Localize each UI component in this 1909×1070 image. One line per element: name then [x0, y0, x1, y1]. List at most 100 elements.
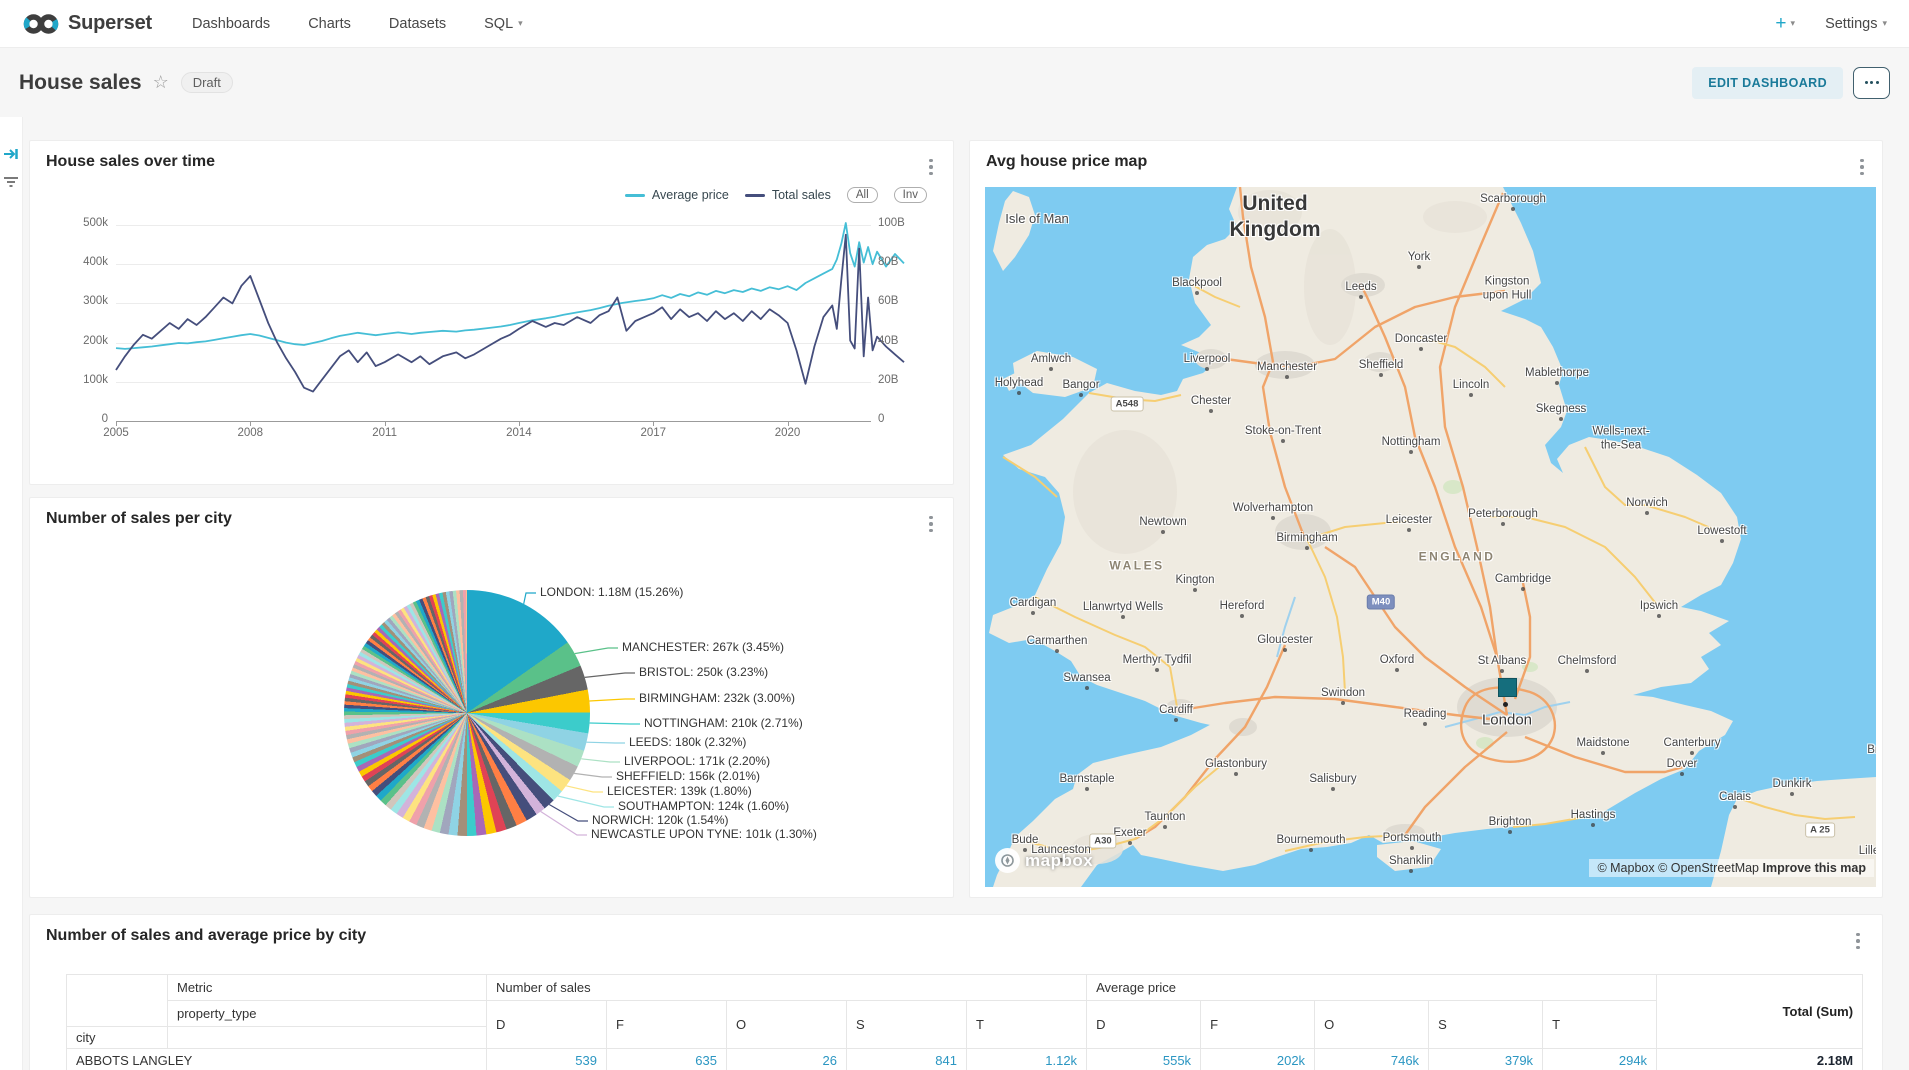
expand-filter-bar-icon[interactable]: [3, 147, 19, 161]
map-city-dot: [1395, 668, 1399, 672]
map-label: Chelmsford: [1558, 654, 1617, 668]
property-type-column-header: D: [1087, 1001, 1201, 1049]
map-label: Merthyr Tydfil: [1123, 653, 1192, 667]
edit-dashboard-button[interactable]: EDIT DASHBOARD: [1692, 67, 1843, 99]
map-label: Glastonbury: [1205, 757, 1267, 771]
map-city-dot: [1645, 511, 1649, 515]
y-axis-tick-left: 0: [38, 413, 108, 425]
map-city-dot: [1341, 701, 1345, 705]
map-city-dot: [1500, 669, 1504, 673]
nav-item-dashboards[interactable]: Dashboards: [192, 16, 270, 32]
map-city-dot: [1234, 772, 1238, 776]
chart-options-kebab-icon[interactable]: [1848, 929, 1868, 953]
x-axis-tick-label: 2008: [238, 427, 264, 439]
pie-slice-label[interactable]: LEEDS: 180k (2.32%): [629, 735, 746, 749]
nav-item-charts[interactable]: Charts: [308, 16, 351, 32]
total-cell: 2.18M: [1657, 1049, 1863, 1070]
map-label: Wells-next- the-Sea: [1592, 425, 1649, 454]
y-axis-tick-right: 80B: [878, 256, 898, 268]
legend-select-all-button[interactable]: All: [847, 187, 878, 203]
superset-infinity-icon: [22, 11, 60, 37]
map-label: Exeter: [1113, 826, 1146, 840]
pie-slice-label[interactable]: LONDON: 1.18M (15.26%): [540, 585, 683, 599]
dashboard-header: House sales ☆ Draft EDIT DASHBOARD: [0, 48, 1909, 117]
x-axis-tick-label: 2017: [640, 427, 666, 439]
map-city-dot: [1240, 614, 1244, 618]
pie-slice-label[interactable]: LIVERPOOL: 171k (2.20%): [624, 754, 770, 768]
table-row: ABBOTS LANGLEY539635268411.12k555k202k74…: [67, 1049, 1863, 1070]
chart-options-kebab-icon[interactable]: [921, 155, 941, 179]
chart-options-kebab-icon[interactable]: [921, 512, 941, 536]
map-label: Calais: [1719, 790, 1751, 804]
map-canvas[interactable]: United KingdomIsle of ManScarboroughYork…: [985, 187, 1876, 887]
x-axis-tick-mark: [116, 421, 117, 426]
property-type-column-header: F: [607, 1001, 727, 1049]
map-label: Brighton: [1489, 815, 1532, 829]
x-axis-tick-mark: [653, 421, 654, 426]
favorite-star-icon[interactable]: ☆: [153, 72, 169, 93]
pie-slice-label[interactable]: SOUTHAMPTON: 124k (1.60%): [618, 799, 789, 813]
dashboard-more-button[interactable]: [1853, 67, 1890, 99]
mapbox-logo[interactable]: mapbox: [995, 848, 1093, 873]
map-city-dot: [1690, 751, 1694, 755]
pie-slice-label[interactable]: LEICESTER: 139k (1.80%): [607, 784, 752, 798]
y-axis-tick-left: 100k: [38, 374, 108, 386]
improve-this-map-link[interactable]: Improve this map: [1763, 861, 1867, 875]
legend-swatch: [745, 194, 765, 197]
map-label: Mablethorpe: [1525, 366, 1589, 380]
property-type-column-header: T: [1543, 1001, 1657, 1049]
filter-icon[interactable]: [4, 175, 18, 189]
pie-slice-label[interactable]: MANCHESTER: 267k (3.45%): [622, 640, 784, 654]
map-city-dot: [1085, 787, 1089, 791]
chart-options-kebab-icon[interactable]: [1852, 155, 1872, 179]
map-label: Wolverhampton: [1233, 501, 1313, 515]
map-label: Amlwch: [1031, 352, 1071, 366]
nav-item-sql[interactable]: SQL ▾: [484, 16, 523, 32]
y-axis-tick-right: 20B: [878, 374, 898, 386]
pie-slice-label[interactable]: NORWICH: 120k (1.54%): [592, 813, 728, 827]
new-item-button[interactable]: + ▾: [1775, 13, 1795, 35]
property-type-column-header: O: [727, 1001, 847, 1049]
settings-menu[interactable]: Settings ▾: [1825, 16, 1887, 32]
map-city-dot: [1085, 686, 1089, 690]
city-header: city: [67, 1027, 168, 1049]
map-label: Sheffield: [1359, 358, 1404, 372]
nav-item-datasets[interactable]: Datasets: [389, 16, 446, 32]
map-label: Cardigan: [1010, 596, 1057, 610]
legend-item-average-price[interactable]: Average price: [625, 188, 729, 202]
average-price-cell: 555k: [1087, 1049, 1201, 1070]
superset-logo[interactable]: Superset: [22, 11, 152, 37]
pie-chart[interactable]: [344, 590, 590, 836]
map-city-dot: [1174, 718, 1178, 722]
map-label: Lowestoft: [1697, 524, 1746, 538]
map-city-dot: [1055, 649, 1059, 653]
pie-slice-label[interactable]: BIRMINGHAM: 232k (3.00%): [639, 691, 795, 705]
map-label: Gloucester: [1257, 633, 1313, 647]
brand-name: Superset: [68, 12, 152, 35]
page-title: House sales: [19, 71, 142, 95]
map-label: Lille: [1859, 844, 1876, 858]
number-of-sales-cell: 26: [727, 1049, 847, 1070]
avg-price-map-marker[interactable]: [1498, 678, 1517, 697]
map-label: Shanklin: [1389, 854, 1433, 868]
legend-invert-button[interactable]: Inv: [894, 187, 927, 203]
map-label: Salisbury: [1309, 772, 1356, 786]
corner-blank-cell: [67, 975, 168, 1027]
city-cell: ABBOTS LANGLEY: [67, 1049, 487, 1070]
map-label: United Kingdom: [1230, 191, 1321, 244]
property-type-column-header: S: [1429, 1001, 1543, 1049]
pie-slice-label[interactable]: NEWCASTLE UPON TYNE: 101k (1.30%): [591, 827, 817, 841]
pie-slice-label[interactable]: BRISTOL: 250k (3.23%): [639, 665, 768, 679]
map-city-dot: [1555, 381, 1559, 385]
y-axis-tick-right: 40B: [878, 335, 898, 347]
total-sum-header: Total (Sum): [1657, 975, 1863, 1049]
map-label: Lincoln: [1453, 378, 1489, 392]
map-label: Peterborough: [1468, 507, 1538, 521]
pie-slice-label[interactable]: SHEFFIELD: 156k (2.01%): [616, 769, 760, 783]
number-of-sales-cell: 841: [847, 1049, 967, 1070]
map-label: Isle of Man: [1005, 211, 1069, 227]
legend-item-total-sales[interactable]: Total sales: [745, 188, 831, 202]
pie-slice-label[interactable]: NOTTINGHAM: 210k (2.71%): [644, 716, 803, 730]
line-chart-plot[interactable]: [116, 225, 872, 421]
number-of-sales-cell: 1.12k: [967, 1049, 1087, 1070]
